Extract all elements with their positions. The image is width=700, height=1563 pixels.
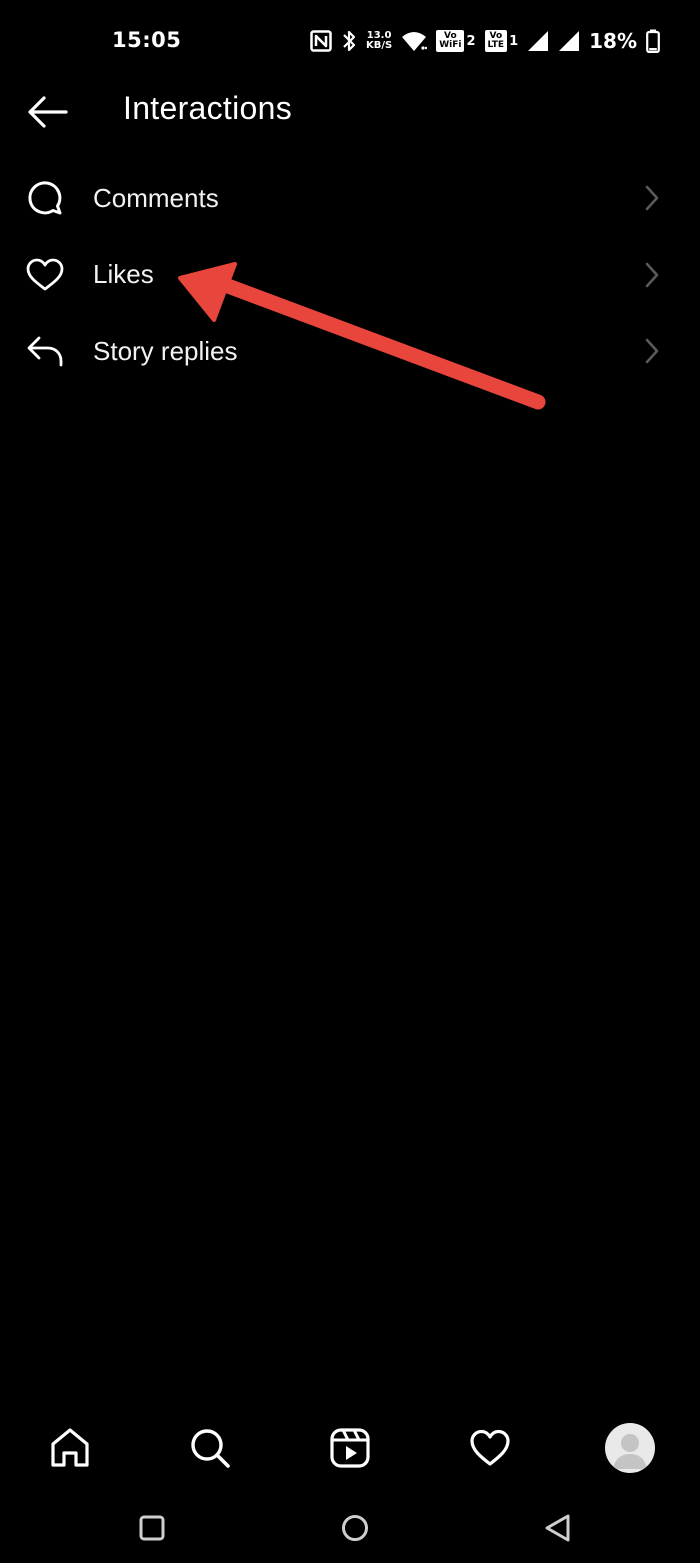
battery-percent: 18% (589, 29, 637, 53)
square-icon (139, 1515, 165, 1541)
volte-lte-indicator: Vo LTE 1 (484, 30, 519, 52)
volte-wifi-bottom: WiFi (439, 40, 462, 50)
home-button[interactable] (335, 1508, 375, 1548)
reply-icon (26, 332, 64, 370)
volte-wifi-indicator: Vo WiFi 2 (436, 30, 476, 52)
nav-search[interactable] (182, 1420, 238, 1476)
back-button[interactable] (24, 92, 70, 132)
profile-avatar (605, 1423, 655, 1473)
menu-item-label: Comments (93, 182, 219, 213)
chevron-right-icon (642, 183, 662, 213)
comment-icon (26, 179, 64, 217)
arrow-left-icon (28, 96, 68, 128)
system-nav (0, 1496, 700, 1556)
signal-icon-2 (558, 30, 580, 52)
menu-item-likes[interactable]: Likes (0, 237, 700, 314)
menu-item-comments[interactable]: Comments (0, 160, 700, 237)
heart-icon (26, 256, 64, 294)
circle-icon (342, 1515, 368, 1541)
bottom-nav (0, 1410, 700, 1486)
network-speed: 13.0 KB/S (366, 31, 392, 51)
default-avatar-icon (613, 1434, 647, 1469)
heart-icon (470, 1429, 510, 1466)
home-icon (51, 1428, 89, 1467)
nfc-icon (310, 30, 332, 52)
header: Interactions (0, 84, 700, 144)
menu-item-label: Story replies (93, 335, 238, 366)
status-bar: 15:05 13.0 KB/S Vo WiFi 2 Vo LTE 1 18% (0, 0, 700, 84)
recents-button[interactable] (132, 1508, 172, 1548)
menu-item-label: Likes (93, 259, 154, 290)
system-back-button[interactable] (537, 1508, 577, 1548)
bluetooth-icon (341, 29, 357, 53)
status-icons: 13.0 KB/S Vo WiFi 2 Vo LTE 1 18% (310, 28, 660, 54)
nav-activity[interactable] (462, 1420, 518, 1476)
status-time: 15:05 (112, 28, 182, 52)
nav-profile[interactable] (602, 1420, 658, 1476)
volte-lte-bottom: LTE (487, 40, 505, 50)
nav-home[interactable] (42, 1420, 98, 1476)
reels-icon (330, 1428, 370, 1468)
search-icon (191, 1429, 230, 1468)
signal-icon-1 (527, 30, 549, 52)
nav-reels[interactable] (322, 1420, 378, 1476)
wifi-icon (401, 30, 428, 52)
chevron-right-icon (642, 260, 662, 290)
volte-wifi-num: 2 (466, 33, 476, 49)
volte-lte-num: 1 (509, 33, 519, 49)
battery-icon (646, 29, 660, 53)
interactions-menu: Comments Likes Story replies (0, 160, 700, 390)
triangle-back-icon (545, 1514, 570, 1542)
page-title: Interactions (123, 90, 293, 126)
menu-item-story-replies[interactable]: Story replies (0, 313, 700, 390)
network-speed-unit: KB/S (366, 40, 393, 51)
chevron-right-icon (642, 336, 662, 366)
